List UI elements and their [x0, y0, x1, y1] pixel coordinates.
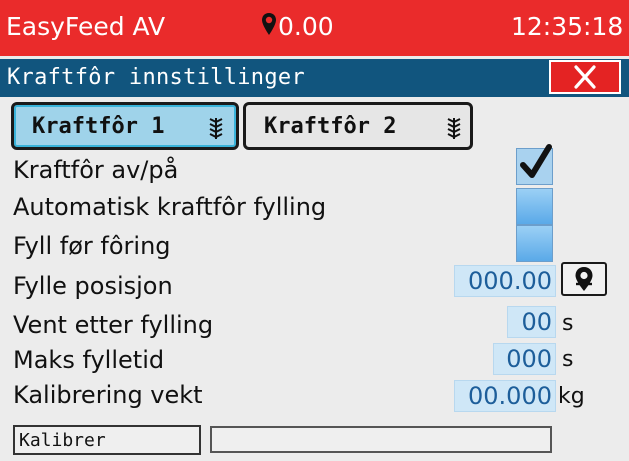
wheat-icon: [447, 118, 461, 139]
vent-etter-fylling-field[interactable]: 00: [507, 306, 556, 338]
unit-seconds: s: [562, 311, 574, 336]
maks-fylletid-field[interactable]: 000: [493, 343, 556, 375]
wheat-icon: [209, 118, 223, 139]
label-maks-fylletid: Maks fylletid: [13, 346, 165, 374]
title-bar: Kraftfôr innstillinger: [0, 59, 629, 97]
label-kraftfor-av-pa: Kraftfôr av/på: [13, 156, 179, 184]
calibrate-button-label: Kalibrer: [19, 430, 106, 451]
position-value: 0.00: [278, 12, 334, 41]
label-fylle-posisjon: Fylle posisjon: [13, 272, 173, 300]
tab-label: Kraftfôr 2: [264, 114, 397, 139]
checkmark-icon: [520, 144, 552, 178]
label-vent-etter-fylling: Vent etter fylling: [13, 311, 214, 339]
label-fyll-for-foring: Fyll før fôring: [13, 232, 171, 260]
calibration-progress-bar: [210, 426, 552, 453]
close-icon: [574, 65, 596, 89]
checkbox-automatisk-fylling[interactable]: [516, 188, 553, 225]
set-position-button[interactable]: [561, 262, 607, 296]
checkbox-kraftfor-av-pa[interactable]: [516, 144, 553, 185]
tab-label: Kraftfôr 1: [32, 114, 165, 139]
tab-kraftfor-1[interactable]: Kraftfôr 1: [11, 102, 239, 150]
kalibrering-vekt-field[interactable]: 00.000: [454, 380, 556, 412]
clock: 12:35:18: [511, 12, 624, 41]
map-pin-icon: [262, 13, 276, 35]
status-bar: EasyFeed AV 0.00 12:35:18: [0, 0, 629, 56]
close-button[interactable]: [549, 60, 621, 94]
screen-title: Kraftfôr innstillinger: [7, 65, 305, 90]
fylle-posisjon-field[interactable]: 000.00: [454, 265, 556, 297]
tab-kraftfor-2[interactable]: Kraftfôr 2: [243, 102, 473, 150]
position-readout: 0.00: [261, 12, 334, 41]
unit-seconds: s: [562, 347, 574, 372]
unit-kg: kg: [558, 384, 585, 409]
calibrate-button[interactable]: Kalibrer: [13, 425, 201, 455]
location-pin-button-icon: [575, 267, 593, 291]
checkbox-fyll-for-foring[interactable]: [516, 225, 553, 262]
label-kalibrering-vekt: Kalibrering vekt: [13, 381, 203, 409]
label-automatisk-fylling: Automatisk kraftfôr fylling: [13, 193, 327, 221]
app-title: EasyFeed AV: [6, 12, 166, 41]
